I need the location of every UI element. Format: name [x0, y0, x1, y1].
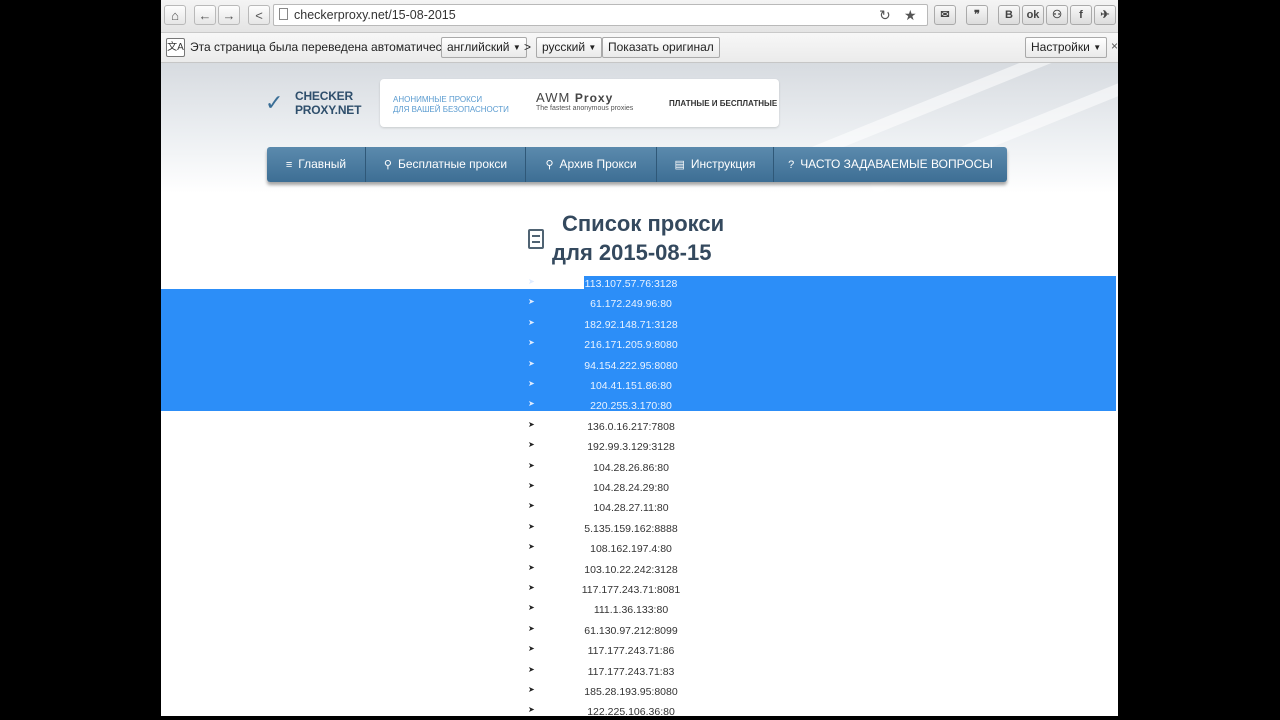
list-item: ➤ 61.130.97.212:8099 [161, 622, 1118, 642]
list-item: ➤ 185.28.193.95:8080 [161, 683, 1118, 703]
proxy-address: 61.172.249.96:80 [590, 298, 672, 311]
target-language-select[interactable]: русский ▼ [536, 37, 603, 58]
document-icon: ▤ [674, 159, 685, 171]
list-item: ➤ 122.225.106.36:80 [161, 703, 1118, 716]
main-nav: ≡ Главный ⚲ Бесплатные прокси ⚲ Архив Прокс… [267, 147, 1007, 182]
chat-icon[interactable]: ❞ [966, 5, 988, 25]
menu-icon: ≡ [285, 159, 293, 171]
list-item: ➤ 192.99.3.129:3128 [161, 438, 1118, 458]
list-item: ➤ 108.162.197.4:80 [161, 540, 1118, 560]
nav-item-proxy-archive[interactable]: ⚲ Архив Прокси [526, 147, 657, 182]
chevron-down-icon: ▼ [512, 43, 521, 52]
list-item: ➤ 111.1.36.133:80 [161, 601, 1118, 621]
banner-brand: AWM Proxy [536, 90, 614, 105]
proxy-address: 94.154.222.95:8080 [584, 359, 678, 372]
list-item: ➤ 103.10.22.242:3128 [161, 561, 1118, 581]
proxy-address: 104.28.24.29:80 [593, 482, 669, 494]
search-icon: ⚲ [383, 159, 392, 171]
reload-icon[interactable]: ↻ [879, 7, 891, 24]
proxy-address: 111.1.36.133:80 [593, 604, 669, 617]
bookmark-star-icon[interactable]: ★ [904, 7, 917, 24]
source-language-select[interactable]: английский ▼ [441, 37, 527, 58]
show-original-button[interactable]: Показать оригинал [602, 37, 720, 58]
list-item: ➤ 117.177.243.71:83 [161, 663, 1118, 683]
translate-settings-button[interactable]: Настройки ▼ [1025, 37, 1108, 58]
proxy-address: 117.177.243.71:8081 [581, 584, 681, 596]
list-item: ➤ 104.28.26.86:80 [161, 459, 1118, 479]
list-item: ➤ 104.41.151.86:80 [161, 377, 1118, 397]
back-button[interactable]: ← [194, 5, 216, 25]
page-icon [279, 8, 288, 20]
browser-toolbar: ⌂ ← → < checkerproxy.net/15-08-2015 ↻ ★ … [161, 0, 1118, 33]
list-item: ➤ 117.177.243.71:8081 [161, 581, 1118, 601]
url-text: checkerproxy.net/15-08-2015 [294, 8, 456, 22]
proxy-address: 103.10.22.242:3128 [584, 563, 678, 576]
close-icon[interactable]: × [1111, 39, 1118, 53]
proxy-address: 216.171.205.9:8080 [584, 339, 678, 352]
proxy-address: 61.130.97.212:8099 [584, 624, 678, 637]
list-item: ➤ 117.177.243.71:86 [161, 642, 1118, 662]
proxy-address: 5.135.159.162:8888 [584, 522, 678, 535]
forward-button[interactable]: → [218, 5, 240, 25]
home-icon[interactable]: ⌂ [164, 5, 186, 25]
banner-tagline: АНОНИМНЫЕ ПРОКСИ ДЛЯ ВАШЕЙ БЕЗОПАСНОСТИ [393, 95, 509, 114]
translate-bar: 文A Эта страница была переведена автомати… [161, 33, 1118, 63]
nav-item-free-proxies[interactable]: ⚲ Бесплатные прокси [366, 147, 526, 182]
page-title-line1: Список прокси [562, 211, 725, 236]
proxy-address: 104.28.26.86:80 [593, 461, 669, 474]
list-item: ➤ 220.255.3.170:80 [161, 397, 1118, 417]
odnoklassniki-icon[interactable]: ok [1022, 5, 1044, 25]
chevron-down-icon: ▼ [1093, 43, 1102, 52]
chevron-down-icon: ▼ [588, 43, 597, 52]
list-item: ➤ 5.135.159.162:8888 [161, 520, 1118, 540]
proxy-address: 117.177.243.71:83 [587, 665, 675, 678]
arrow-separator: > [524, 40, 532, 54]
banner-right-text: ПЛАТНЫЕ И БЕСПЛАТНЫЕ [669, 99, 778, 108]
nav-item-home[interactable]: ≡ Главный [267, 147, 366, 182]
page-title-line2: для 2015-08-15 [552, 240, 712, 265]
list-item: ➤ 136.0.16.217:7808 [161, 418, 1118, 438]
proxy-address: 117.177.243.71:86 [587, 645, 675, 658]
list-item: ➤ 182.92.148.71:3128 [161, 316, 1118, 336]
vk-icon[interactable]: В [998, 5, 1020, 25]
proxy-address: 182.92.148.71:3128 [584, 318, 678, 331]
proxy-address: 185.28.193.95:8080 [584, 686, 678, 698]
address-bar[interactable]: checkerproxy.net/15-08-2015 ↻ ★ [273, 4, 928, 26]
list-item: ➤ 104.28.27.11:80 [161, 499, 1118, 519]
twitter-icon[interactable]: ✈ [1094, 5, 1116, 25]
ad-banner[interactable]: АНОНИМНЫЕ ПРОКСИ ДЛЯ ВАШЕЙ БЕЗОПАСНОСТИ A… [380, 79, 779, 127]
facebook-icon[interactable]: f [1070, 5, 1092, 25]
banner-subtitle: The fastest anonymous proxies [536, 105, 634, 112]
browser-window: ⌂ ← → < checkerproxy.net/15-08-2015 ↻ ★ … [161, 0, 1118, 716]
list-item: ➤ 216.171.205.9:8080 [161, 336, 1118, 356]
list-item: ➤ 94.154.222.95:8080 [161, 357, 1118, 377]
proxy-address: 104.41.151.86:80 [590, 380, 672, 392]
list-item: ➤ 104.28.24.29:80 [161, 479, 1118, 499]
list-item: ➤ 61.172.249.96:80 [161, 295, 1118, 315]
list-icon [528, 229, 544, 249]
friends-icon[interactable]: ⚇ [1046, 5, 1068, 25]
proxy-address: 113.107.57.76:3128 [584, 278, 678, 290]
site-logo[interactable]: ✓ CHECKER PROXY.NET [265, 89, 375, 119]
proxy-address: 192.99.3.129:3128 [587, 441, 675, 454]
translate-message: Эта страница была переведена автоматичес… [190, 40, 454, 54]
proxy-address: 220.255.3.170:80 [590, 400, 672, 413]
checkmark-icon: ✓ [265, 90, 284, 115]
web-page: ✓ CHECKER PROXY.NET АНОНИМНЫЕ ПРОКСИ ДЛЯ … [161, 63, 1118, 716]
proxy-address: 122.225.106.36:80 [587, 706, 675, 716]
question-icon: ? [788, 159, 795, 171]
translate-icon: 文A [166, 38, 185, 57]
proxy-address: 104.28.27.11:80 [593, 502, 669, 515]
proxy-address: 108.162.197.4:80 [590, 543, 672, 556]
proxy-address: 136.0.16.217:7808 [587, 420, 675, 433]
search-icon: ⚲ [545, 159, 554, 171]
nav-item-instructions[interactable]: ▤ Инструкция [657, 147, 774, 182]
mail-icon[interactable]: ✉ [934, 5, 956, 25]
list-item: ➤ 113.107.57.76:3128 [161, 275, 1118, 295]
share-icon[interactable]: < [248, 5, 270, 25]
nav-item-faq[interactable]: ? ЧАСТО ЗАДАВАЕМЫЕ ВОПРОСЫ [774, 147, 1007, 182]
